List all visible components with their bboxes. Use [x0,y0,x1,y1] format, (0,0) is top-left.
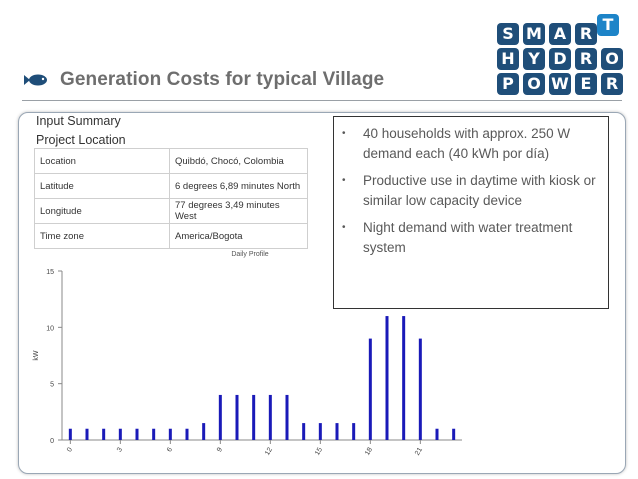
bar-hour-8 [202,423,206,440]
logo-tile: A [549,23,571,45]
note-item: • Productive use in daytime with kiosk o… [342,171,600,211]
bar-hour-15 [318,423,322,440]
x-tick-label: 3 [116,446,124,453]
bar-hour-5 [152,428,156,440]
note-item: • 40 households with approx. 250 W deman… [342,124,600,164]
bar-hour-19 [385,316,389,440]
table-cell-value: 77 degrees 3,49 minutes West [169,198,308,224]
chart-title: Daily Profile [231,251,268,258]
x-tick-label: 9 [216,446,224,453]
x-tick-label: 18 [364,446,374,456]
x-tick-label: 12 [264,446,274,456]
note-text: Night demand with water treatment system [363,220,573,255]
logo-tile: W [549,73,571,95]
note-item: • Night demand with water treatment syst… [342,218,600,258]
bullet-icon: • [342,175,346,186]
bar-hour-1 [85,428,89,440]
bar-hour-2 [102,428,106,440]
bar-hour-7 [185,428,189,440]
logo-tile: R [601,73,623,95]
logo-tile: Y [523,48,545,70]
y-tick-label: 0 [50,438,54,445]
y-tick-label: 5 [50,382,54,389]
logo-tile: R [575,23,597,45]
logo-tile: E [575,73,597,95]
table-row: Latitude 6 degrees 6,89 minutes North [34,173,308,199]
logo-tile: D [549,48,571,70]
y-tick-label: 15 [46,269,54,276]
table-cell-label: Time zone [34,223,170,249]
project-location-heading: Project Location [36,133,126,147]
bar-hour-18 [368,338,372,440]
smart-hydro-power-logo: S M A R T H Y D R O P O W E R [497,14,623,96]
logo-tile: O [601,48,623,70]
logo-tile: P [497,73,519,95]
table-cell-value: Quibdó, Chocó, Colombia [169,148,308,174]
demand-notes-box: • 40 households with approx. 250 W deman… [333,116,609,309]
bar-hour-10 [235,394,239,440]
bar-hour-3 [118,428,122,440]
table-cell-value: 6 degrees 6,89 minutes North [169,173,308,199]
input-summary-heading: Input Summary [36,114,121,128]
bar-hour-20 [402,316,406,440]
x-tick-label: 15 [314,446,324,456]
logo-tile: M [523,23,545,45]
table-cell-label: Location [34,148,170,174]
note-text: 40 households with approx. 250 W demand … [363,126,571,161]
bar-hour-23 [452,428,456,440]
table-row: Time zone America/Bogota [34,223,308,249]
note-text: Productive use in daytime with kiosk or … [363,173,596,208]
bar-hour-17 [352,423,356,440]
bar-hour-22 [435,428,439,440]
bar-hour-6 [168,428,172,440]
y-tick-label: 10 [46,325,54,332]
table-cell-value: America/Bogota [169,223,308,249]
table-row: Longitude 77 degrees 3,49 minutes West [34,198,308,224]
bar-hour-11 [252,394,256,440]
slide-title: Generation Costs for typical Village [60,69,385,90]
bar-hour-21 [418,338,422,440]
logo-tile: T [597,14,619,36]
slide-title-row: Generation Costs for typical Village [22,65,384,95]
logo-tile: S [497,23,519,45]
x-tick-label: 0 [66,446,74,453]
x-tick-label: 21 [414,446,424,456]
title-divider [22,100,622,101]
logo-tile: H [497,48,519,70]
bar-hour-12 [268,394,272,440]
bullet-icon: • [342,222,346,233]
x-tick-label: 6 [166,446,174,453]
bar-hour-13 [285,394,289,440]
bullet-icon: • [342,128,346,139]
logo-tile: O [523,73,545,95]
bar-hour-14 [302,423,306,440]
project-location-table: Location Quibdó, Chocó, Colombia Latitud… [34,148,308,249]
y-axis-label: kW [33,350,40,361]
table-cell-label: Longitude [34,198,170,224]
table-row: Location Quibdó, Chocó, Colombia [34,148,308,174]
bar-hour-0 [68,428,72,440]
bar-hour-16 [335,423,339,440]
bar-hour-4 [135,428,139,440]
bar-hour-9 [218,394,222,440]
logo-tile: R [575,48,597,70]
table-cell-label: Latitude [34,173,170,199]
fish-bullet-icon [24,74,47,86]
